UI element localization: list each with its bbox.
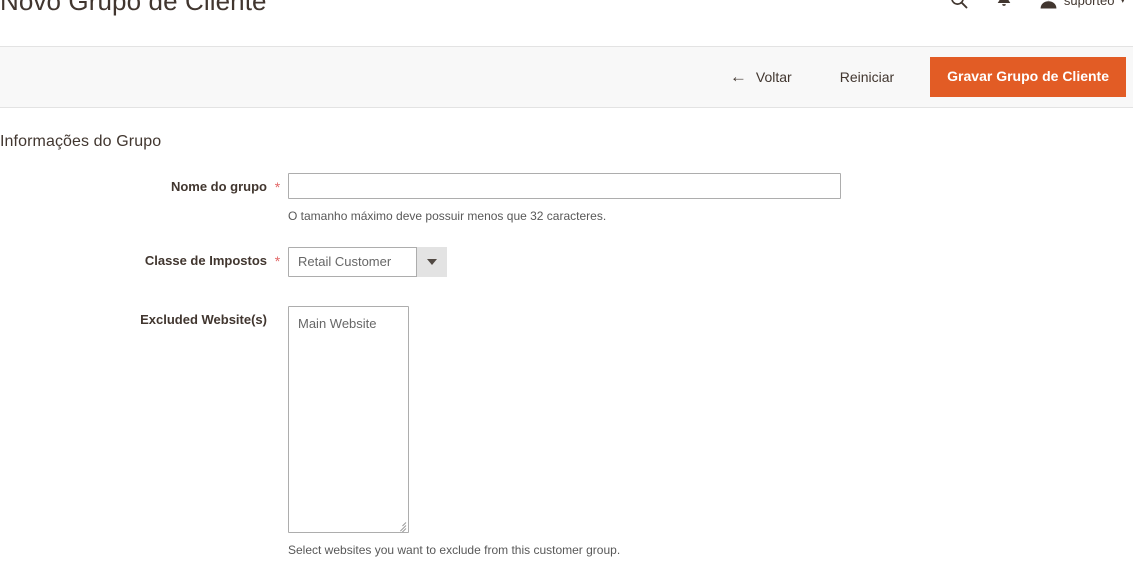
excluded-websites-label: Excluded Website(s): [140, 311, 267, 327]
back-button-label: Voltar: [755, 69, 792, 85]
tax-class-label: Classe de Impostos: [144, 252, 267, 268]
group-name-note: O tamanho máximo deve possuir menos que …: [288, 209, 607, 223]
group-name-input[interactable]: [288, 173, 841, 199]
chevron-down-icon: [427, 258, 437, 265]
page-content: Informações do Grupo Nome do grupo * O t…: [0, 108, 1133, 558]
tax-class-select[interactable]: Retail Customer: [288, 246, 447, 277]
group-name-label: Nome do grupo: [170, 179, 267, 194]
reset-button[interactable]: Reiniciar: [830, 63, 904, 91]
field-row-tax-class: Classe de Impostos * Retail Customer: [0, 246, 1133, 277]
tax-class-control: Retail Customer: [288, 246, 447, 277]
section-title-group-information: Informações do Grupo: [0, 133, 162, 150]
excluded-websites-required-marker: [267, 306, 288, 312]
resize-handle-icon[interactable]: [394, 518, 407, 532]
tax-class-required-marker: *: [274, 252, 281, 269]
header-actions: suporteo ▾: [949, 0, 1125, 14]
group-name-required-marker: *: [274, 179, 281, 195]
group-name-control: O tamanho máximo deve possuir menos que …: [288, 173, 841, 225]
excluded-websites-control: Main Website Select websites you want to…: [288, 305, 621, 559]
tax-class-dropdown-toggle[interactable]: [416, 246, 447, 277]
list-item[interactable]: Main Website: [289, 307, 408, 331]
save-customer-group-button[interactable]: Gravar Grupo de Cliente: [930, 57, 1126, 97]
user-menu[interactable]: suporteo ▾: [1039, 0, 1125, 9]
chevron-down-icon: ▾: [1120, 0, 1125, 5]
field-row-group-name: Nome do grupo * O tamanho máximo deve po…: [0, 173, 1133, 225]
page-title: Novo Grupo de Cliente: [0, 0, 267, 16]
excluded-websites-listbox[interactable]: Main Website: [288, 305, 409, 533]
excluded-websites-note: Select websites you want to exclude from…: [288, 542, 621, 557]
bell-icon[interactable]: [995, 0, 1013, 10]
arrow-left-icon: ←: [729, 66, 747, 86]
admin-header: Novo Grupo de Cliente suporteo: [0, 0, 1133, 46]
search-icon[interactable]: [949, 0, 969, 10]
customer-group-form: Nome do grupo * O tamanho máximo deve po…: [0, 173, 1133, 558]
user-avatar-icon: [1039, 0, 1058, 9]
back-button[interactable]: ← Voltar: [720, 63, 802, 92]
user-name-label: suporteo: [1063, 0, 1115, 8]
page-actions-toolbar: ← Voltar Reiniciar Gravar Grupo de Clien…: [0, 46, 1133, 108]
field-row-excluded-websites: Excluded Website(s) Main Website Select …: [0, 305, 1133, 559]
